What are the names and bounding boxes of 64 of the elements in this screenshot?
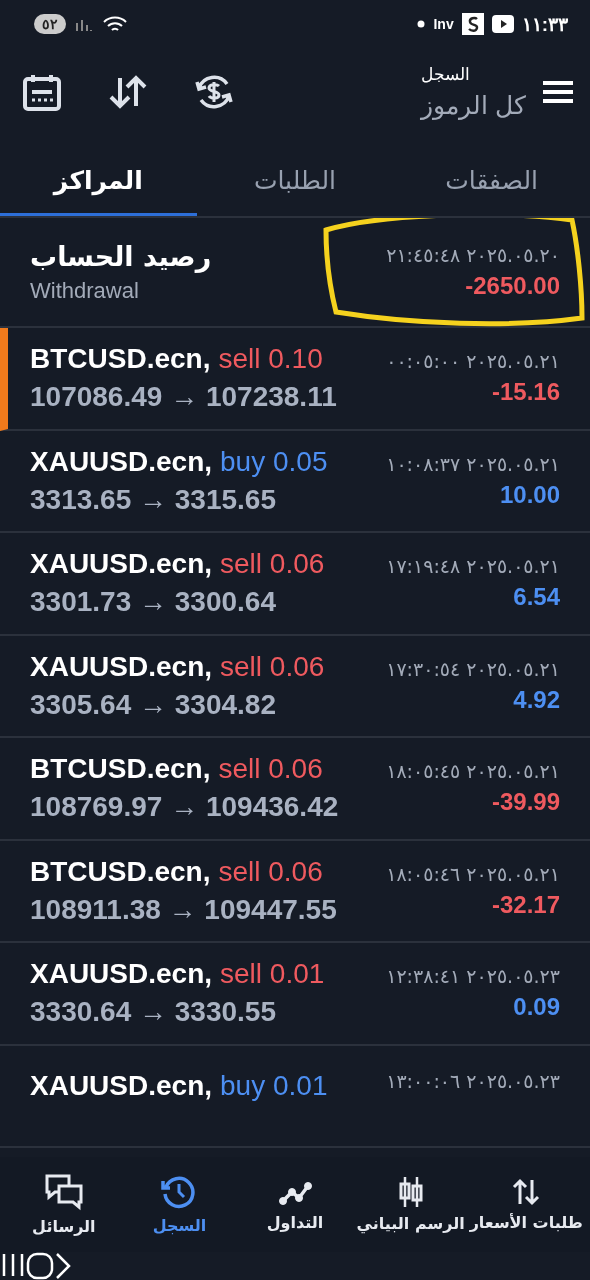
date-time: ٢٠٢٥.٠٥.٢٣ ١٣:٠٠:٠٦ bbox=[386, 1069, 560, 1092]
play-icon bbox=[491, 15, 514, 33]
amount-value: -2650.00 bbox=[465, 272, 560, 300]
date-time: ٢٠٢٥.٠٥.٢٣ ١٢:٣٨:٤١ bbox=[386, 965, 560, 988]
menu-icon[interactable] bbox=[542, 79, 574, 104]
nav-tab[interactable]: الرسائل bbox=[6, 1157, 122, 1252]
nav-tab[interactable]: طلبات الأسعار bbox=[468, 1157, 584, 1252]
profit-value: 4.92 bbox=[513, 685, 560, 714]
profit-value: -32.17 bbox=[491, 890, 560, 919]
symbol-name: XAUUSD.ecn, bbox=[30, 1069, 213, 1102]
symbol-name: XAUUSD.ecn, bbox=[30, 445, 213, 478]
clock-time: ١١:٣٣ bbox=[521, 12, 568, 36]
recent-apps-icon[interactable] bbox=[0, 1252, 26, 1278]
symbol-name: BTCUSD.ecn, bbox=[30, 343, 211, 376]
symbol-filter[interactable]: كل الرموز bbox=[421, 90, 526, 120]
price-range: 3313.65 → 3315.65 bbox=[30, 483, 277, 516]
order-side: sell 0.06 bbox=[220, 650, 325, 683]
tab[interactable]: الصفقات bbox=[393, 135, 590, 216]
price-range: 3330.64 → 3330.55 bbox=[30, 996, 277, 1029]
order-side: sell 0.10 bbox=[218, 343, 323, 376]
profit-value: 10.00 bbox=[499, 480, 560, 509]
price-range: 3301.73 → 3300.64 bbox=[30, 586, 277, 619]
price-range: 107086.49 → 107238.11 bbox=[30, 381, 337, 414]
symbol-name: XAUUSD.ecn, bbox=[30, 548, 213, 581]
history-icon bbox=[161, 1174, 198, 1210]
chat-icon bbox=[43, 1173, 84, 1211]
symbol-name: XAUUSD.ecn, bbox=[30, 650, 213, 683]
screen-title: السجل bbox=[421, 63, 471, 85]
entry-title: رصيد الحساب bbox=[30, 240, 212, 272]
order-side: sell 0.06 bbox=[218, 855, 323, 888]
date-time: ٢٠٢٥.٠٥.٢١ ١٧:٣٠:٥٤ bbox=[386, 657, 560, 680]
date-time: ٢٠٢٥.٠٥.٢٠ ٢١:٤٥:٤٨ bbox=[386, 244, 560, 266]
dot-icon bbox=[417, 20, 426, 28]
date-time: ٢٠٢٥.٠٥.٢١ ٠٠:٠٥:٠٠ bbox=[386, 350, 560, 373]
battery-indicator: ٥٢ bbox=[34, 14, 66, 34]
chevron-right-icon[interactable] bbox=[54, 1252, 72, 1280]
symbol-name: BTCUSD.ecn, bbox=[30, 753, 211, 786]
price-range: 108911.38 → 109447.55 bbox=[30, 893, 337, 926]
order-side: sell 0.06 bbox=[218, 753, 323, 786]
profit-value: -15.16 bbox=[491, 378, 560, 407]
nav-tab[interactable]: التداول bbox=[237, 1157, 353, 1252]
date-time: ٢٠٢٥.٠٥.٢١ ١٨:٠٥:٤٥ bbox=[386, 760, 560, 783]
order-side: buy 0.01 bbox=[220, 1069, 328, 1102]
app-square-icon bbox=[461, 13, 484, 35]
order-side: sell 0.01 bbox=[220, 958, 325, 991]
up-down-arrows-icon bbox=[511, 1177, 542, 1207]
profit-value: 0.09 bbox=[513, 993, 560, 1022]
tab[interactable]: الطلبات bbox=[196, 135, 394, 216]
profit-value: -39.99 bbox=[491, 788, 560, 817]
nav-tab[interactable]: الرسم البياني bbox=[352, 1157, 469, 1252]
notification-text: Inv bbox=[433, 16, 454, 32]
order-side: buy 0.05 bbox=[220, 445, 328, 478]
nav-tab[interactable]: السجل bbox=[121, 1157, 238, 1252]
symbol-name: XAUUSD.ecn, bbox=[30, 958, 213, 991]
symbol-name: BTCUSD.ecn, bbox=[30, 855, 211, 888]
entry-type: Withdrawal bbox=[30, 277, 140, 304]
price-range: 3305.64 → 3304.82 bbox=[30, 688, 277, 721]
date-time: ٢٠٢٥.٠٥.٢١ ١٧:١٩:٤٨ bbox=[386, 555, 560, 578]
price-range: 108769.97 → 109436.42 bbox=[30, 791, 339, 824]
home-icon[interactable] bbox=[26, 1252, 54, 1280]
date-time: ٢٠٢٥.٠٥.٢١ ١٠:٠٨:٣٧ bbox=[386, 452, 560, 475]
profit-value: 6.54 bbox=[513, 583, 560, 612]
order-side: sell 0.06 bbox=[220, 548, 325, 581]
date-time: ٢٠٢٥.٠٥.٢١ ١٨:٠٥:٤٦ bbox=[386, 862, 560, 885]
